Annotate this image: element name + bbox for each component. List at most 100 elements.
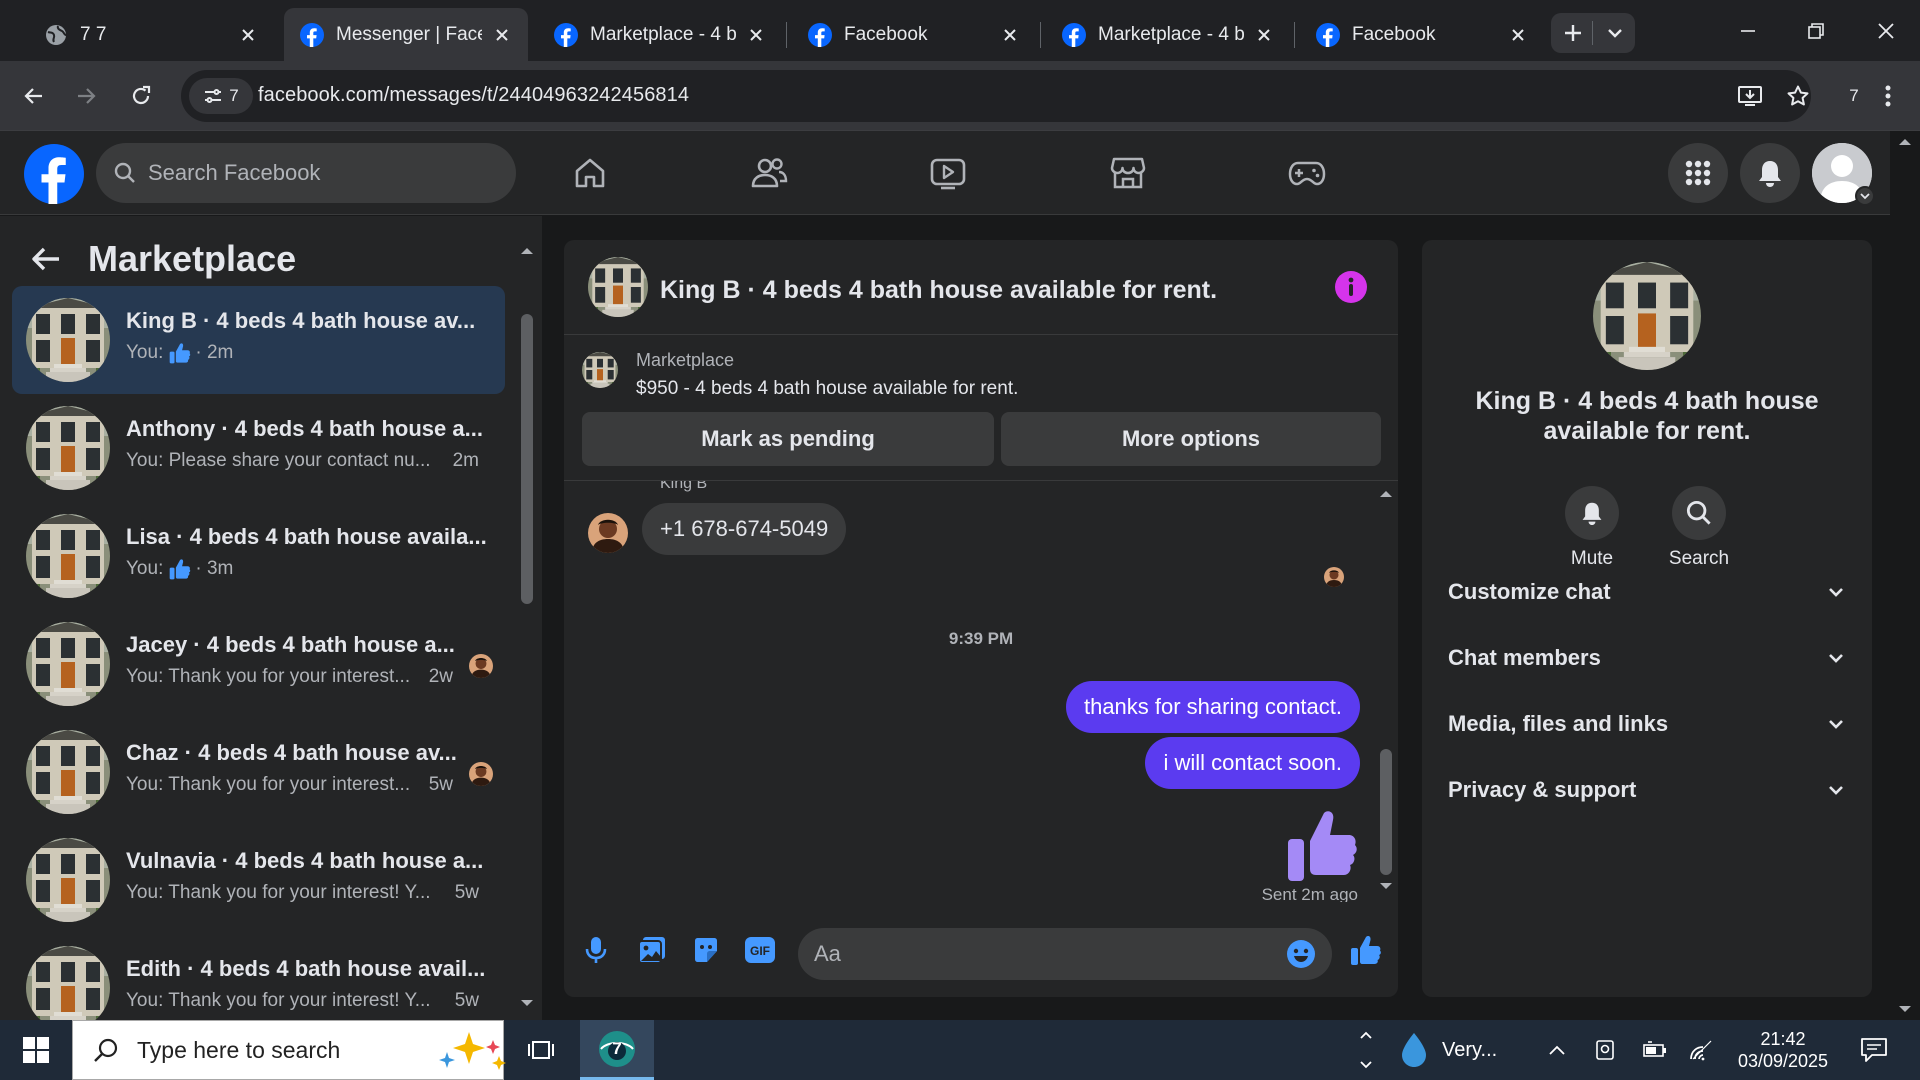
more-options-button[interactable]: More options [1001,412,1381,466]
taskbar-search-input[interactable] [137,1036,433,1064]
camera-status-icon[interactable] [1590,1020,1620,1080]
info-icon[interactable] [1334,270,1368,304]
scrollbar-thumb[interactable] [1380,749,1392,875]
plus-icon[interactable] [1561,21,1585,45]
photo-icon[interactable] [634,932,670,968]
thumbs-up-icon[interactable] [1286,807,1358,883]
facebook-logo[interactable] [24,144,84,204]
conversation-item[interactable]: Vulnavia · 4 beds 4 bath house a... You: … [12,826,505,934]
conversation-item[interactable]: Anthony · 4 beds 4 bath house a... You: P… [12,394,505,502]
chat-members-section[interactable]: Chat members [1436,629,1858,687]
media-files-links-section[interactable]: Media, files and links [1436,695,1858,753]
incoming-message[interactable]: +1 678-674-5049 [642,503,847,555]
page-scrollbar[interactable] [1890,131,1920,1020]
conversation-name: Vulnavia · 4 beds 4 bath house a... [126,848,484,873]
menu-grid-button[interactable] [1668,143,1728,203]
friends-icon[interactable] [739,145,799,201]
restore-window-button[interactable] [1782,0,1850,61]
sticker-icon[interactable] [688,932,724,968]
gif-icon[interactable]: GIF [742,932,778,968]
browser-tab[interactable]: Facebook [1300,8,1544,61]
close-icon[interactable] [744,23,768,47]
windows-start-icon[interactable] [14,1032,58,1068]
close-icon[interactable] [998,23,1022,47]
browser-tab-active[interactable]: Messenger | Facebook [284,8,528,61]
facebook-search[interactable] [96,143,516,203]
taskbar-app-browser[interactable]: 7 [580,1020,654,1080]
wifi-icon[interactable] [1686,1020,1720,1080]
reload-button[interactable] [121,76,161,116]
close-icon[interactable] [490,23,514,47]
customize-chat-section[interactable]: Customize chat [1436,563,1858,621]
gaming-icon[interactable] [1277,145,1337,201]
sparkle-icon [433,1028,513,1072]
notification-center-icon[interactable] [1852,1020,1896,1080]
notifications-button[interactable] [1740,143,1800,203]
conversation-item[interactable]: Jacey · 4 beds 4 bath house a... You: Tha… [12,610,505,718]
address-bar[interactable]: 7 facebook.com/messages/t/24404963242456… [181,70,1811,122]
search-icon [1672,486,1726,540]
listing-description: $950 - 4 beds 4 bath house available for… [636,378,1019,399]
home-icon[interactable] [560,145,620,201]
task-view-icon[interactable] [516,1020,566,1080]
scrollbar-thumb[interactable] [521,314,533,604]
outgoing-message[interactable]: i will contact soon. [1145,737,1360,789]
conversation-item[interactable]: Lisa · 4 beds 4 bath house availa... You:… [12,502,505,610]
conversation-preview-row: You: · 2m [126,342,233,364]
url-text[interactable]: facebook.com/messages/t/2440496324245681… [258,84,689,107]
search-in-conversation-button[interactable]: Search [1649,486,1749,570]
battery-icon[interactable] [1638,1020,1672,1080]
back-button[interactable] [14,76,54,116]
browser-tab[interactable]: Marketplace - 4 beds [1046,8,1290,61]
conversation-item[interactable]: King B · 4 beds 4 bath house av... You: · … [12,286,505,394]
bookmark-star-icon[interactable] [1778,76,1818,116]
close-icon[interactable] [1252,23,1276,47]
chat-header: King B · 4 beds 4 bath house available f… [564,240,1398,335]
browser-tab[interactable]: Marketplace - 4 beds [538,8,782,61]
conversation-item[interactable]: Chaz · 4 beds 4 bath house av... You: Tha… [12,718,505,826]
message-input[interactable] [814,941,1286,967]
browser-tab[interactable]: 7 7 [28,8,274,61]
search-input[interactable] [148,160,516,186]
close-icon[interactable] [236,23,260,47]
listing-avatar-large[interactable] [1593,262,1701,370]
close-icon[interactable] [1506,23,1530,47]
kebab-menu-icon[interactable] [1868,76,1908,116]
sender-avatar[interactable] [588,513,628,553]
chat-title[interactable]: King B · 4 beds 4 bath house available f… [660,276,1217,305]
outgoing-message[interactable]: thanks for sharing contact. [1065,681,1360,733]
marketplace-icon[interactable] [1098,145,1158,201]
privacy-support-section[interactable]: Privacy & support [1436,761,1858,819]
listing-card[interactable]: Marketplace $950 - 4 beds 4 bath house a… [564,336,1398,408]
back-arrow-icon[interactable] [30,245,62,273]
mark-as-pending-button[interactable]: Mark as pending [582,412,994,466]
tab-title: Messenger | Facebook [336,23,482,45]
system-clock[interactable]: 21:42 03/09/2025 [1728,1028,1838,1072]
message-input-box[interactable] [798,928,1332,980]
tab-search-chevron-icon[interactable] [1603,21,1627,45]
microphone-icon[interactable] [578,932,614,968]
show-hidden-icons-chevron-icon[interactable] [1542,1020,1572,1080]
marketplace-chat-list: Marketplace King B · 4 beds 4 bath house… [0,216,542,1020]
weather-widget[interactable]: Very... [1398,1020,1528,1080]
emoji-icon[interactable] [1286,939,1316,969]
listing-avatar[interactable] [588,257,648,317]
close-window-button[interactable] [1852,0,1920,61]
conversation-item[interactable]: Edith · 4 beds 4 bath house avail... You:… [12,934,505,1020]
site-info-button[interactable]: 7 [189,78,253,114]
taskbar-search[interactable] [72,1020,506,1080]
forward-button[interactable] [66,76,106,116]
account-chevron-icon[interactable] [1855,186,1875,206]
send-like-icon[interactable] [1348,932,1384,968]
browser-tab[interactable]: Facebook [792,8,1036,61]
mute-button[interactable]: Mute [1542,486,1642,570]
minimize-window-button[interactable] [1714,0,1782,61]
divider [1592,21,1593,45]
conversation-name: Chaz · 4 beds 4 bath house av... [126,740,457,765]
install-app-icon[interactable] [1730,76,1770,116]
video-icon[interactable] [918,145,978,201]
browser-toolbar: 7 facebook.com/messages/t/24404963242456… [0,61,1920,131]
taskbar-overflow-icon[interactable] [1354,1020,1378,1080]
browser-app-icon: 7 [597,1029,637,1069]
conversation-name: King B · 4 beds 4 bath house available f… [1475,387,1819,445]
